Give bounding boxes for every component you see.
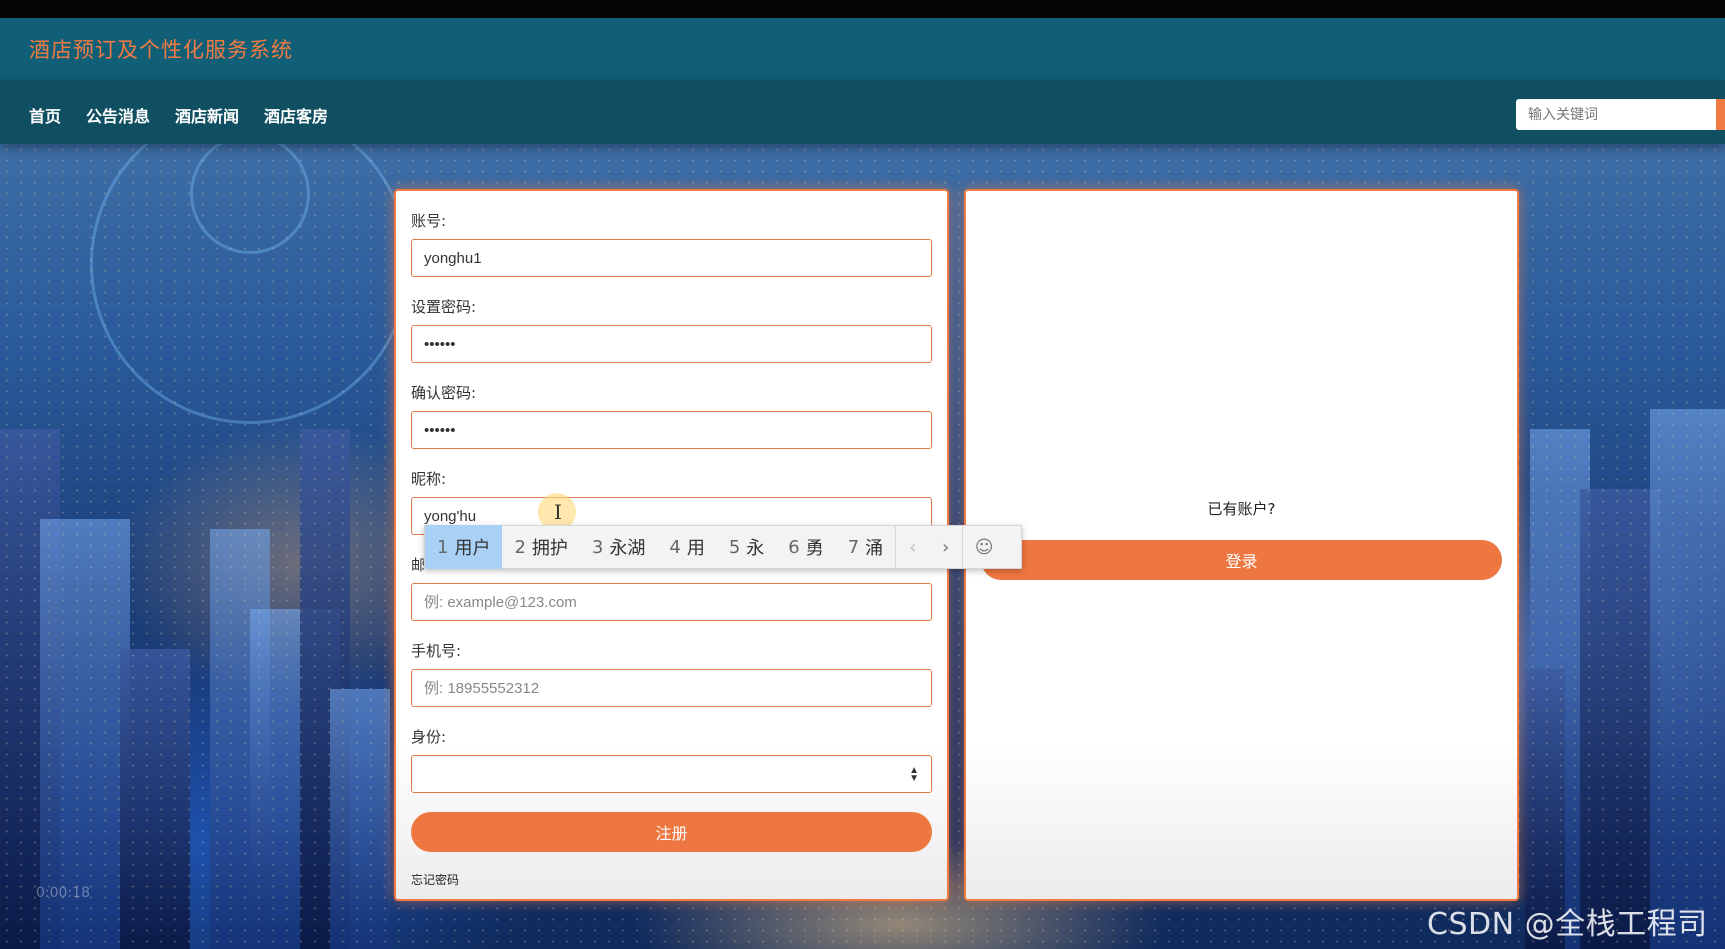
search-button[interactable] [1716, 99, 1725, 130]
phone-label: 手机号: [411, 642, 462, 660]
email-field[interactable] [411, 583, 932, 621]
nav-item-home[interactable]: 首页 [29, 103, 61, 127]
ime-candidate[interactable]: 5永 [717, 525, 776, 569]
account-label: 账号: [411, 212, 447, 230]
top-black-strip [0, 0, 1725, 18]
nickname-label: 昵称: [411, 470, 447, 488]
nav-item-hotel-news[interactable]: 酒店新闻 [175, 103, 239, 127]
chevron-left-icon[interactable]: ‹ [896, 525, 929, 569]
ime-candidate-bar: 1 用户 2 拥护 3 永湖 4用 5永 6勇 7涌 ‹ › ☺ [424, 525, 1022, 569]
video-timestamp: 0:00:18 [36, 885, 90, 901]
phone-field[interactable] [411, 669, 932, 707]
ime-candidate[interactable]: 4用 [657, 525, 716, 569]
watermark: CSDN @全栈工程司 [1427, 907, 1708, 942]
nav-item-announcements[interactable]: 公告消息 [86, 103, 150, 127]
select-updown-icon: ▲ ▼ [909, 765, 919, 784]
smiley-icon[interactable]: ☺ [963, 525, 1005, 569]
ime-candidate[interactable]: 3 永湖 [580, 525, 657, 569]
ime-candidate[interactable]: 7涌 [836, 525, 895, 569]
chevron-right-icon[interactable]: › [929, 525, 962, 569]
password-field[interactable] [411, 325, 932, 363]
login-card: 已有账户? 登录 [964, 189, 1519, 901]
text-cursor-icon: I [554, 500, 562, 524]
nav-item-hotel-rooms[interactable]: 酒店客房 [264, 103, 328, 127]
register-button[interactable]: 注册 [411, 812, 932, 852]
search-input[interactable] [1516, 99, 1718, 130]
ime-candidate[interactable]: 2 拥护 [502, 525, 579, 569]
main-nav: 首页 公告消息 酒店新闻 酒店客房 [0, 80, 1725, 144]
forgot-password-link[interactable]: 忘记密码 [411, 871, 459, 888]
role-label: 身份: [411, 728, 447, 746]
password-label: 设置密码: [411, 298, 477, 316]
login-prompt-text: 已有账户? [1207, 500, 1276, 518]
ime-candidate[interactable]: 6勇 [776, 525, 835, 569]
site-header: 酒店预订及个性化服务系统 [0, 18, 1725, 80]
role-select[interactable]: ▲ ▼ [411, 755, 932, 793]
confirm-password-label: 确认密码: [411, 384, 477, 402]
site-title: 酒店预订及个性化服务系统 [29, 38, 293, 62]
login-button[interactable]: 登录 [981, 540, 1502, 580]
ime-candidate[interactable]: 1 用户 [425, 525, 503, 569]
account-field[interactable] [411, 239, 932, 277]
confirm-password-field[interactable] [411, 411, 932, 449]
